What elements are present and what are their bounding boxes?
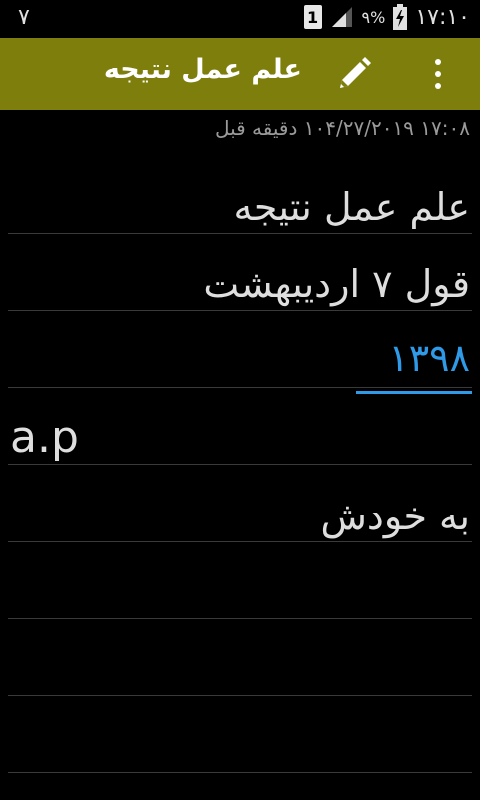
- signal-icon: [331, 7, 352, 27]
- ruled-line: [8, 541, 472, 542]
- pencil-icon[interactable]: [334, 54, 374, 94]
- sim-card-icon: 1: [303, 5, 322, 29]
- action-bar: علم عمل نتیجه: [0, 38, 480, 110]
- ruled-line: [8, 618, 472, 619]
- action-bar-title: علم عمل نتیجه: [103, 54, 302, 85]
- ruled-line: [8, 464, 472, 465]
- note-line-5[interactable]: به خودش: [321, 494, 470, 538]
- ruled-line: [8, 233, 472, 234]
- ruled-line: [8, 310, 472, 311]
- battery-percent: ۹%: [361, 7, 386, 27]
- note-timestamp: ۱۷:۰۸ ۱۰۴/۲۷/۲۰۱۹ دقیقه قبل: [214, 116, 470, 140]
- menu-dot: [435, 71, 441, 77]
- status-bar: ۷ 1 ۹% ۱۷:۱۰: [0, 0, 480, 38]
- status-right-group: 1 ۹% ۱۷:۱۰: [303, 4, 470, 30]
- note-line-4[interactable]: a.p: [10, 412, 79, 463]
- ruled-line: [8, 695, 472, 696]
- phone-screen: ۷ 1 ۹% ۱۷:۱۰ علم عمل نتیجه ۱۷:۰۸ ۱۰۴/۲۷/…: [0, 0, 480, 800]
- menu-dot: [435, 83, 441, 89]
- status-time: ۱۷:۱۰: [415, 4, 470, 30]
- ruled-line: [8, 387, 472, 388]
- sim-label: 1: [306, 7, 319, 27]
- note-line-3-link[interactable]: ۱۳۹۸: [388, 336, 470, 380]
- battery-charging-icon: [393, 4, 408, 30]
- note-line-1[interactable]: علم عمل نتیجه: [233, 185, 470, 229]
- note-line-2[interactable]: قول ۷ اردیبهشت: [203, 262, 470, 306]
- overflow-menu-icon[interactable]: [420, 52, 456, 96]
- link-underline: [356, 391, 472, 394]
- ruled-line: [8, 772, 472, 773]
- menu-dot: [435, 59, 441, 65]
- status-notification-count: ۷: [18, 5, 30, 30]
